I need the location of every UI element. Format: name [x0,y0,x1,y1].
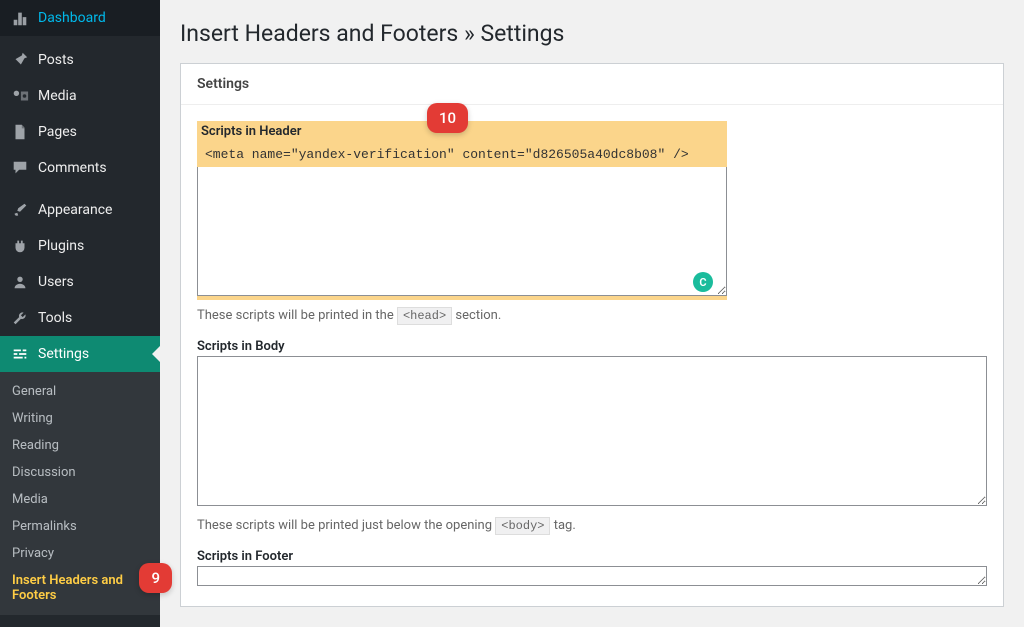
submenu-discussion[interactable]: Discussion [0,459,160,486]
sidebar-item-dashboard[interactable]: Dashboard [0,0,160,36]
pin-icon [10,50,30,70]
page-title: Insert Headers and Footers » Settings [180,20,1004,47]
panel-header: Settings [181,64,1003,105]
page-icon [10,122,30,142]
field-help-header: These scripts will be printed in the <he… [197,308,987,323]
sidebar-item-media[interactable]: Media [0,78,160,114]
media-icon [10,86,30,106]
settings-panel: Settings Scripts in Header C <meta name=… [180,63,1004,607]
sidebar-label: Users [38,274,74,290]
field-label-header: Scripts in Header [197,124,727,139]
field-label-footer: Scripts in Footer [197,549,987,564]
highlight-region: Scripts in Header C <meta name="yandex-v… [197,121,727,300]
admin-sidebar: Dashboard Posts Media Pages Comments [0,0,160,627]
plug-icon [10,236,30,256]
sidebar-item-posts[interactable]: Posts [0,42,160,78]
scripts-footer-input[interactable] [197,566,987,586]
sidebar-item-comments[interactable]: Comments [0,150,160,186]
field-body: Scripts in Body These scripts will be pr… [197,339,987,533]
settings-submenu: General Writing Reading Discussion Media… [0,372,160,615]
sidebar-item-tools[interactable]: Tools [0,300,160,336]
scripts-body-input[interactable] [197,356,987,506]
submenu-insert-headers-footers[interactable]: Insert Headers and Footers [0,567,160,609]
submenu-general[interactable]: General [0,378,160,405]
field-header: Scripts in Header C <meta name="yandex-v… [197,121,987,323]
sidebar-label: Dashboard [38,10,106,26]
grammarly-icon: C [693,272,713,292]
code-head: <head> [397,307,452,325]
sidebar-label: Plugins [38,238,84,254]
submenu-media[interactable]: Media [0,486,160,513]
sidebar-label: Posts [38,52,74,68]
dashboard-icon [10,8,30,28]
sidebar-label: Comments [38,160,107,176]
sidebar-item-settings[interactable]: Settings [0,336,160,372]
sidebar-label: Pages [38,124,77,140]
sidebar-item-users[interactable]: Users [0,264,160,300]
sidebar-label: Tools [38,310,72,326]
sidebar-item-appearance[interactable]: Appearance [0,192,160,228]
field-label-body: Scripts in Body [197,339,987,354]
scripts-header-input[interactable] [197,141,727,296]
wrench-icon [10,308,30,328]
main-content: Insert Headers and Footers » Settings Se… [160,0,1024,627]
submenu-privacy[interactable]: Privacy [0,540,160,567]
sliders-icon [10,344,30,364]
field-footer: Scripts in Footer [197,549,987,590]
submenu-reading[interactable]: Reading [0,432,160,459]
sidebar-label: Appearance [38,202,112,218]
sidebar-item-pages[interactable]: Pages [0,114,160,150]
field-help-body: These scripts will be printed just below… [197,518,987,533]
comment-icon [10,158,30,178]
sidebar-label: Settings [38,346,89,362]
submenu-writing[interactable]: Writing [0,405,160,432]
submenu-permalinks[interactable]: Permalinks [0,513,160,540]
user-icon [10,272,30,292]
sidebar-item-plugins[interactable]: Plugins [0,228,160,264]
brush-icon [10,200,30,220]
sidebar-label: Media [38,88,77,104]
code-body: <body> [495,517,550,535]
